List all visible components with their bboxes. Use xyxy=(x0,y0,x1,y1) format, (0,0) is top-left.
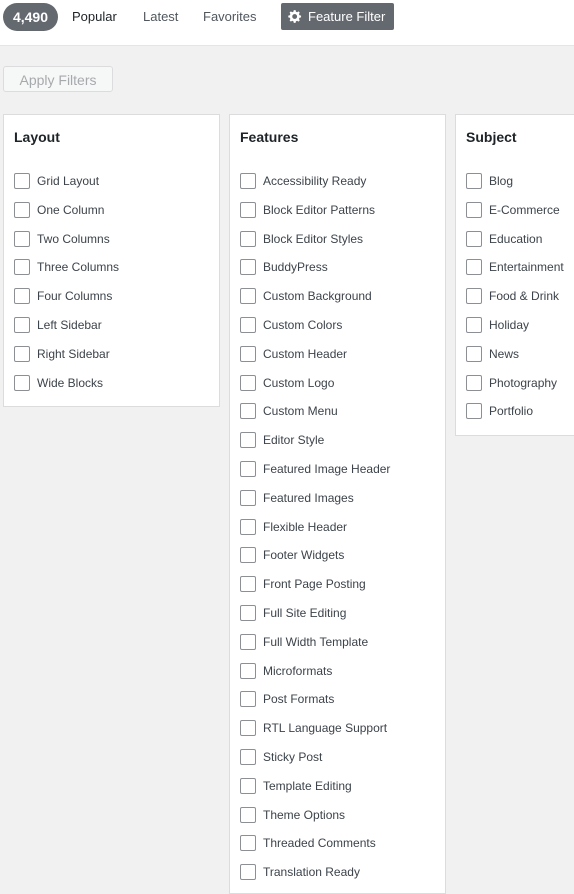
checkbox[interactable] xyxy=(14,230,30,247)
option-label: Sticky Post xyxy=(263,750,323,764)
option-label: E-Commerce xyxy=(489,202,560,217)
checkbox[interactable] xyxy=(14,374,30,391)
checkbox[interactable] xyxy=(466,374,482,391)
checkbox[interactable] xyxy=(240,173,256,189)
option-label: Two Columns xyxy=(37,231,110,246)
theme-count-badge: 4,490 xyxy=(3,3,58,31)
panel-title: Subject xyxy=(466,129,517,145)
option-label: Custom Menu xyxy=(263,404,338,419)
checkbox[interactable] xyxy=(240,201,256,218)
checkbox[interactable] xyxy=(240,835,256,852)
option-label: Flexible Header xyxy=(263,519,348,534)
option-label: Editor Style xyxy=(263,433,325,448)
checkbox[interactable] xyxy=(240,317,256,333)
checkbox[interactable] xyxy=(466,403,482,420)
option-label: Front Page Posting xyxy=(263,577,366,592)
option-label: Theme Options xyxy=(263,807,346,822)
option-label: News xyxy=(489,346,520,361)
option-label: Threaded Comments xyxy=(263,836,376,851)
checkbox[interactable] xyxy=(240,777,256,794)
checkbox[interactable] xyxy=(240,720,256,737)
checkbox[interactable] xyxy=(466,288,482,305)
option-label: Holiday xyxy=(489,318,530,332)
option-label: Wide Blocks xyxy=(37,375,104,390)
tab-favorites[interactable]: Favorites xyxy=(203,3,256,31)
tab-popular[interactable]: Popular xyxy=(72,3,117,31)
checkbox[interactable] xyxy=(240,432,256,449)
checkbox[interactable] xyxy=(240,461,256,477)
checkbox[interactable] xyxy=(240,518,256,535)
option-label: Right Sidebar xyxy=(37,346,110,361)
option-label: Custom Logo xyxy=(263,375,335,390)
option-label: Left Sidebar xyxy=(37,318,102,332)
filter-bar: 4,490 Popular Latest Favorites Feature F… xyxy=(0,0,574,46)
option-label: Template Editing xyxy=(263,778,352,793)
checkbox[interactable] xyxy=(466,317,482,333)
option-label: Footer Widgets xyxy=(263,548,345,563)
option-label: Full Width Template xyxy=(263,634,369,649)
option-label: Portfolio xyxy=(489,404,534,419)
option-label: Featured Image Header xyxy=(263,462,391,476)
checkbox[interactable] xyxy=(240,547,256,564)
gear-icon xyxy=(288,10,302,23)
tab-latest[interactable]: Latest xyxy=(143,3,178,31)
option-label: Custom Header xyxy=(263,346,348,361)
option-label: Blog xyxy=(489,174,514,188)
option-label: Block Editor Patterns xyxy=(263,202,376,217)
checkbox[interactable] xyxy=(240,489,256,506)
option-label: Custom Background xyxy=(263,289,372,304)
checkbox[interactable] xyxy=(240,374,256,391)
checkbox[interactable] xyxy=(14,288,30,305)
checkbox[interactable] xyxy=(466,230,482,247)
checkbox[interactable] xyxy=(466,345,482,362)
checkbox[interactable] xyxy=(240,576,256,593)
checkbox[interactable] xyxy=(466,201,482,218)
checkbox[interactable] xyxy=(240,806,256,823)
checkbox[interactable] xyxy=(14,345,30,362)
checkbox[interactable] xyxy=(14,259,30,276)
option-label: Photography xyxy=(489,375,558,390)
option-label: Accessibility Ready xyxy=(263,174,367,188)
option-label: Four Columns xyxy=(37,289,113,304)
option-label: Grid Layout xyxy=(37,174,100,188)
panel-title: Layout xyxy=(14,129,60,145)
layout-filter-panel: Layout Grid Layout One Column Two Columns T… xyxy=(3,114,220,407)
apply-filters-button[interactable]: Apply Filters xyxy=(3,66,113,92)
option-label: BuddyPress xyxy=(263,260,328,275)
checkbox[interactable] xyxy=(240,403,256,420)
option-label: RTL Language Support xyxy=(263,721,388,736)
feature-filter-label: Feature Filter xyxy=(308,9,386,24)
option-label: Full Site Editing xyxy=(263,606,347,620)
panel-title: Features xyxy=(240,129,299,145)
option-label: Entertainment xyxy=(489,260,564,275)
checkbox[interactable] xyxy=(14,317,30,333)
checkbox[interactable] xyxy=(240,288,256,305)
feature-filter-button[interactable]: Feature Filter xyxy=(281,3,394,30)
features-filter-panel: Features Accessibility Ready Block Editor… xyxy=(229,114,446,894)
checkbox[interactable] xyxy=(240,259,256,276)
option-label: Custom Colors xyxy=(263,318,343,332)
checkbox[interactable] xyxy=(240,749,256,765)
option-label: Microformats xyxy=(263,663,333,678)
checkbox[interactable] xyxy=(240,605,256,621)
checkbox[interactable] xyxy=(466,259,482,276)
subject-filter-panel: Subject Blog E-Commerce Education Entertain… xyxy=(455,114,574,436)
checkbox[interactable] xyxy=(240,633,256,650)
option-label: Food & Drink xyxy=(489,289,560,304)
checkbox[interactable] xyxy=(240,691,256,708)
option-label: Block Editor Styles xyxy=(263,231,364,246)
checkbox[interactable] xyxy=(240,864,256,881)
option-label: Translation Ready xyxy=(263,865,360,880)
checkbox[interactable] xyxy=(240,662,256,679)
checkbox[interactable] xyxy=(14,173,30,189)
checkbox[interactable] xyxy=(14,201,30,218)
option-label: Featured Images xyxy=(263,490,354,505)
checkbox[interactable] xyxy=(466,173,482,189)
option-label: Education xyxy=(489,231,543,246)
checkbox[interactable] xyxy=(240,230,256,247)
option-label: Post Formats xyxy=(263,692,335,707)
checkbox[interactable] xyxy=(240,345,256,362)
option-label: Three Columns xyxy=(37,260,120,275)
option-label: One Column xyxy=(37,202,105,217)
